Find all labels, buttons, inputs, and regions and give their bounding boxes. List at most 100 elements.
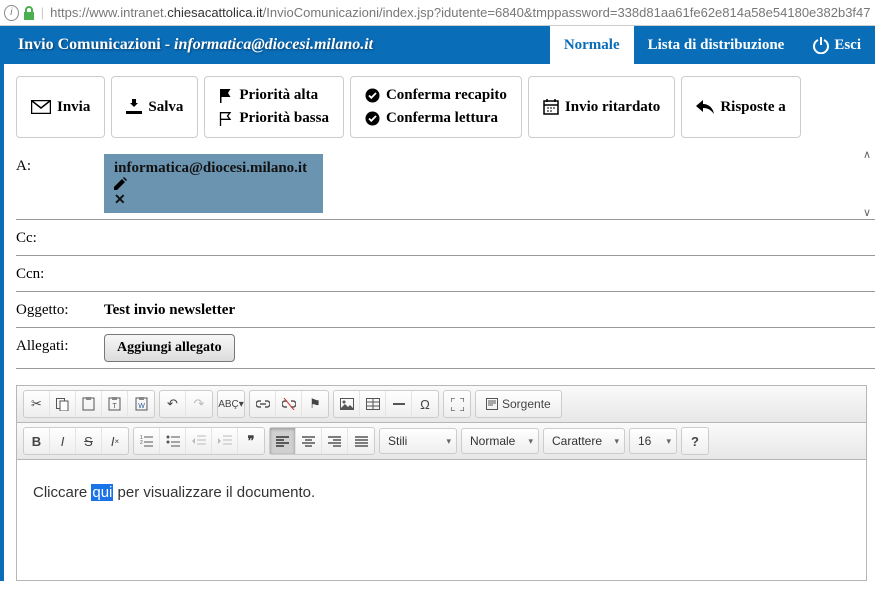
blockquote-icon[interactable]: ❞ (238, 428, 264, 454)
flag-outline-icon (219, 112, 233, 126)
subject-input[interactable]: Test invio newsletter (104, 298, 875, 319)
outdent-icon[interactable] (186, 428, 212, 454)
copy-icon[interactable] (50, 391, 76, 417)
save-button[interactable]: Salva (111, 76, 198, 138)
cc-label: Cc: (16, 226, 104, 247)
app-name: Invio Comunicazioni (18, 36, 161, 53)
scroll-up-icon[interactable]: ∧ (863, 148, 871, 161)
paste-text-icon[interactable]: T (102, 391, 128, 417)
confirm-read-button[interactable]: Conferma lettura (365, 110, 507, 127)
confirm-delivery-button[interactable]: Conferma recapito (365, 87, 507, 104)
recipient-chip[interactable]: informatica@diocesi.milano.it ✕ (104, 154, 323, 213)
separator: | (41, 5, 44, 20)
recipient-email: informatica@diocesi.milano.it (114, 160, 307, 176)
download-icon (126, 99, 142, 115)
strike-icon[interactable]: S (76, 428, 102, 454)
font-select[interactable]: Carattere (543, 428, 625, 454)
confirm-group: Conferma recapito Conferma lettura (350, 76, 522, 138)
bulletlist-icon[interactable] (160, 428, 186, 454)
anchor-icon[interactable]: ⚑ (302, 391, 328, 417)
hr-icon[interactable] (386, 391, 412, 417)
to-value[interactable]: informatica@diocesi.milano.it ✕ (104, 154, 323, 213)
header-tabs: Normale Lista di distribuzione Esci (550, 26, 875, 64)
save-label: Salva (148, 99, 183, 116)
svg-text:T: T (112, 403, 117, 410)
remove-chip-icon[interactable]: ✕ (114, 192, 313, 209)
send-label: Invia (57, 99, 90, 116)
url-domain: chiesacattolica.it (167, 5, 262, 20)
check-circle-icon (365, 111, 380, 126)
format-select[interactable]: Normale (461, 428, 539, 454)
envelope-icon (31, 100, 51, 114)
pencil-icon[interactable] (114, 177, 313, 190)
priority-low-button[interactable]: Priorità bassa (219, 110, 329, 127)
paste-icon[interactable] (76, 391, 102, 417)
tab-esci[interactable]: Esci (798, 26, 875, 64)
subject-row: Oggetto: Test invio newsletter (16, 292, 875, 328)
add-attachment-button[interactable]: Aggiungi allegato (104, 334, 235, 362)
indent-icon[interactable] (212, 428, 238, 454)
redo-icon[interactable]: ↷ (186, 391, 212, 417)
undo-icon[interactable]: ↶ (160, 391, 186, 417)
svg-text:2: 2 (140, 440, 143, 446)
check-circle-icon (365, 88, 380, 103)
size-select[interactable]: 16 (629, 428, 677, 454)
delayed-label: Invio ritardato (565, 99, 660, 116)
calendar-icon (543, 99, 559, 115)
tab-esci-label: Esci (834, 37, 861, 54)
priority-high-button[interactable]: Priorità alta (219, 87, 329, 104)
send-button[interactable]: Invia (16, 76, 105, 138)
removeformat-icon[interactable]: I× (102, 428, 128, 454)
align-right-icon[interactable] (322, 428, 348, 454)
to-label: A: (16, 154, 104, 175)
numberlist-icon[interactable]: 12 (134, 428, 160, 454)
paste-word-icon[interactable]: W (128, 391, 154, 417)
flag-solid-icon (219, 89, 233, 103)
body-link-highlight[interactable]: qui (91, 484, 113, 501)
svg-text:W: W (138, 403, 145, 410)
rich-editor: ✂ T W ↶ ↷ ABÇ▾ ⚑ Ω (16, 385, 867, 581)
url-text[interactable]: https://www.intranet.chiesacattolica.it/… (50, 5, 871, 20)
align-justify-icon[interactable] (348, 428, 374, 454)
attachments-label: Allegati: (16, 334, 104, 355)
to-row: A: informatica@diocesi.milano.it ✕ ∧∨ (16, 148, 875, 220)
specialchar-icon[interactable]: Ω (412, 391, 438, 417)
cc-row[interactable]: Cc: (16, 220, 875, 256)
app-user: informatica@diocesi.milano.it (174, 36, 373, 53)
cut-icon[interactable]: ✂ (24, 391, 50, 417)
lock-icon (23, 6, 35, 20)
reply-icon (696, 100, 714, 114)
style-select[interactable]: Stili (379, 428, 457, 454)
help-icon[interactable]: ? (682, 428, 708, 454)
body-text-after: per visualizzare il documento. (113, 484, 315, 501)
reply-to-button[interactable]: Risposte a (681, 76, 800, 138)
compose-fields: A: informatica@diocesi.milano.it ✕ ∧∨ Cc… (16, 148, 875, 369)
editor-toolbar-row-2: B I S I× 12 ❞ Stili Normale Carattere (17, 423, 866, 460)
attachments-row: Allegati: Aggiungi allegato (16, 328, 875, 369)
link-icon[interactable] (250, 391, 276, 417)
exit-icon (812, 36, 830, 54)
table-icon[interactable] (360, 391, 386, 417)
tab-normale[interactable]: Normale (550, 26, 634, 64)
ccn-row[interactable]: Ccn: (16, 256, 875, 292)
bold-icon[interactable]: B (24, 428, 50, 454)
image-icon[interactable] (334, 391, 360, 417)
unlink-icon[interactable] (276, 391, 302, 417)
editor-toolbar-row-1: ✂ T W ↶ ↷ ABÇ▾ ⚑ Ω (17, 386, 866, 423)
to-scrollbar[interactable]: ∧∨ (863, 148, 871, 219)
tab-lista-distribuzione[interactable]: Lista di distribuzione (634, 26, 799, 64)
priority-group: Priorità alta Priorità bassa (204, 76, 344, 138)
align-left-icon[interactable] (270, 428, 296, 454)
maximize-icon[interactable] (444, 391, 470, 417)
info-icon: i (4, 5, 19, 21)
align-center-icon[interactable] (296, 428, 322, 454)
delayed-send-button[interactable]: Invio ritardato (528, 76, 675, 138)
italic-icon[interactable]: I (50, 428, 76, 454)
browser-address-bar: i | https://www.intranet.chiesacattolica… (0, 0, 875, 26)
spellcheck-icon[interactable]: ABÇ▾ (218, 391, 244, 417)
app-header: Invio Comunicazioni - informatica@dioces… (0, 26, 875, 64)
scroll-down-icon[interactable]: ∨ (863, 206, 871, 219)
source-button[interactable]: Sorgente (476, 391, 561, 417)
editor-body[interactable]: Cliccare qui per visualizzare il documen… (17, 460, 866, 580)
url-prefix: https://www.intranet. (50, 5, 167, 20)
